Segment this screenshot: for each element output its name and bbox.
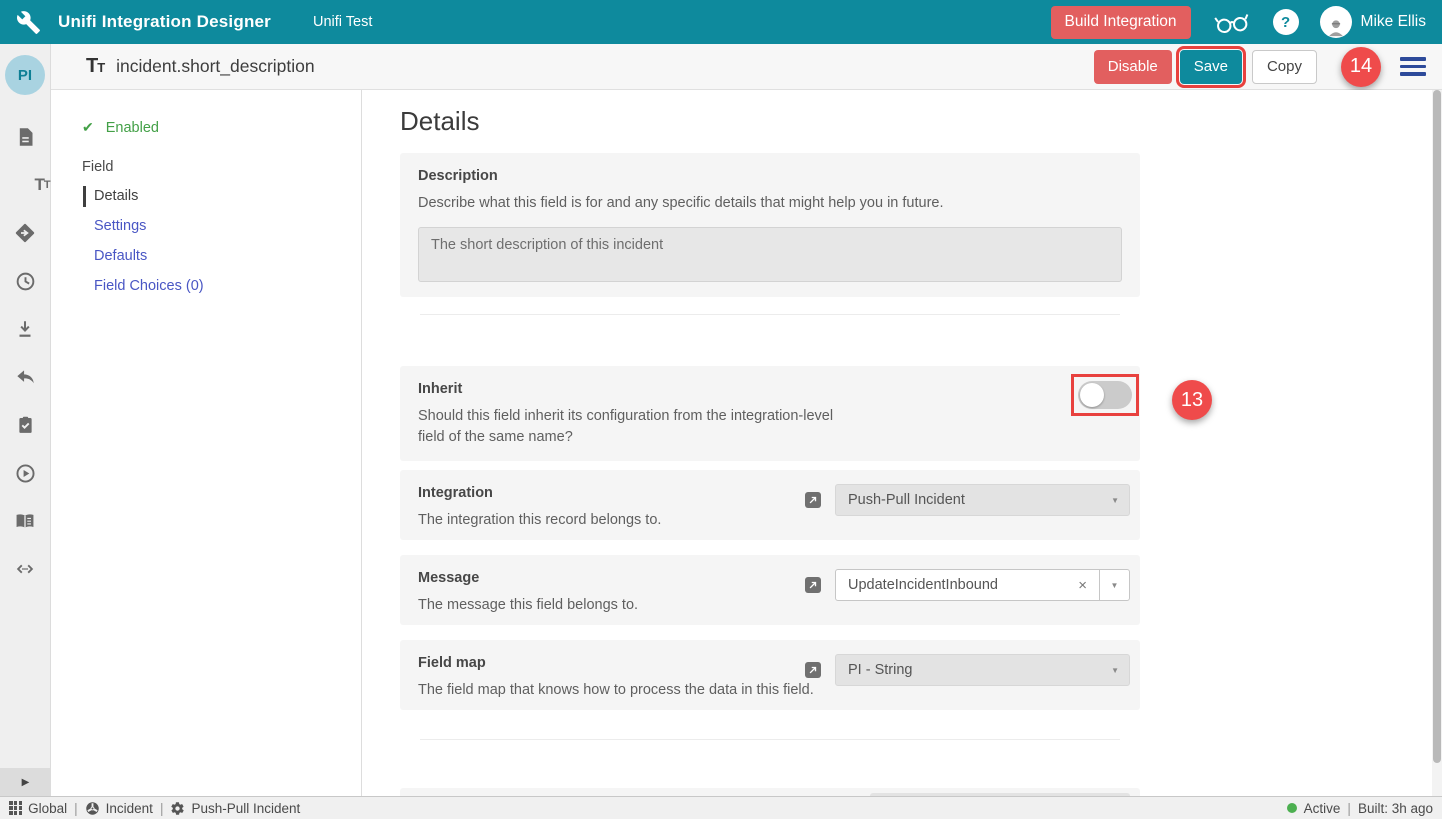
workspace-name: Unifi Test xyxy=(313,14,372,30)
user-name: Mike Ellis xyxy=(1361,13,1426,31)
gear-icon xyxy=(170,801,185,816)
scope-crumb[interactable]: Global xyxy=(9,801,67,816)
clipped-field-card xyxy=(400,788,1140,796)
field-map-select[interactable]: PI - String ▼ xyxy=(835,654,1130,686)
help-icon[interactable]: ? xyxy=(1273,9,1299,35)
status-bar: Global | Incident | Push-Pull Incident A… xyxy=(0,796,1442,819)
field-type-icon[interactable]: TT xyxy=(31,173,55,197)
annotation-step-13-badge: 13 xyxy=(1172,380,1212,420)
document-icon[interactable] xyxy=(13,125,37,149)
nav-item-field-choices[interactable]: Field Choices (0) xyxy=(82,277,361,296)
record-toolbar: TT incident.short_description Disable Sa… xyxy=(51,44,1442,90)
preview-glasses-icon[interactable] xyxy=(1212,8,1252,36)
check-icon: ✔ xyxy=(82,119,94,136)
grid-icon xyxy=(9,801,22,814)
scrollbar-track[interactable] xyxy=(1432,90,1442,796)
active-status-dot xyxy=(1287,803,1297,813)
menu-icon[interactable] xyxy=(1400,57,1426,76)
nav-item-settings[interactable]: Settings xyxy=(82,217,361,236)
integration-diamond-icon[interactable] xyxy=(13,221,37,245)
save-button[interactable]: Save xyxy=(1180,50,1242,84)
user-avatar xyxy=(1320,6,1352,38)
tasks-clipboard-icon[interactable] xyxy=(13,413,37,437)
chevron-down-icon: ▼ xyxy=(1111,496,1119,505)
sidebar-expand-button[interactable]: ▶ xyxy=(0,768,51,796)
run-play-icon[interactable] xyxy=(13,461,37,485)
chevron-down-icon: ▼ xyxy=(1111,666,1119,675)
integration-avatar: PI xyxy=(5,55,45,95)
app-title: Unifi Integration Designer xyxy=(58,12,271,32)
code-icon[interactable] xyxy=(13,557,37,581)
details-pane: Details Description Describe what this f… xyxy=(363,90,1432,796)
annotation-step-14-badge: 14 xyxy=(1341,47,1381,87)
field-type-icon: TT xyxy=(86,55,105,78)
icon-sidebar: PI TT xyxy=(0,44,51,796)
open-record-icon[interactable] xyxy=(805,662,821,678)
documentation-book-icon[interactable] xyxy=(13,509,37,533)
page-title: Details xyxy=(400,106,1140,137)
scrollbar-thumb[interactable] xyxy=(1433,90,1441,763)
nav-section-field: Field xyxy=(82,159,361,175)
open-record-icon[interactable] xyxy=(805,577,821,593)
wrench-icon xyxy=(16,10,41,35)
top-app-bar: Unifi Integration Designer Unifi Test Bu… xyxy=(0,0,1442,44)
inherit-field-card: Inherit Should this field inherit its co… xyxy=(400,366,1140,461)
integration-crumb[interactable]: Push-Pull Incident xyxy=(170,801,300,816)
inherit-label: Inherit xyxy=(418,381,1122,397)
clear-icon[interactable]: × xyxy=(1066,577,1099,594)
record-nav-panel: ✔ Enabled Field Details Settings Default… xyxy=(52,90,362,796)
incident-icon xyxy=(85,801,100,816)
open-record-icon[interactable] xyxy=(805,492,821,508)
chevron-down-icon[interactable]: ▼ xyxy=(1099,570,1129,600)
inherit-help: Should this field inherit its configurat… xyxy=(418,406,848,448)
divider xyxy=(420,739,1120,740)
message-combobox[interactable]: UpdateIncidentInbound × ▼ xyxy=(835,569,1130,601)
description-help: Describe what this field is for and any … xyxy=(418,193,1122,214)
disable-button[interactable]: Disable xyxy=(1094,50,1172,84)
divider xyxy=(420,314,1120,315)
nav-item-details[interactable]: Details xyxy=(82,187,361,206)
integration-select[interactable]: Push-Pull Incident ▼ xyxy=(835,484,1130,516)
download-icon[interactable] xyxy=(13,317,37,341)
app-window: Unifi Integration Designer Unifi Test Bu… xyxy=(0,0,1442,819)
nav-item-defaults[interactable]: Defaults xyxy=(82,247,361,266)
description-input[interactable]: The short description of this incident xyxy=(418,227,1122,282)
build-integration-button[interactable]: Build Integration xyxy=(1051,6,1191,39)
integration-field-card: Integration The integration this record … xyxy=(400,470,1140,540)
history-icon[interactable] xyxy=(13,269,37,293)
built-timestamp: Built: 3h ago xyxy=(1358,801,1433,816)
copy-button[interactable]: Copy xyxy=(1252,50,1317,84)
record-title: incident.short_description xyxy=(116,56,314,77)
description-label: Description xyxy=(418,168,1122,184)
toggle-knob xyxy=(1080,383,1104,407)
field-map-card: Field map The field map that knows how t… xyxy=(400,640,1140,710)
reply-icon[interactable] xyxy=(13,365,37,389)
enabled-status: ✔ Enabled xyxy=(82,119,361,136)
description-field-card: Description Describe what this field is … xyxy=(400,153,1140,297)
enabled-label: Enabled xyxy=(106,120,159,136)
user-menu[interactable]: Mike Ellis xyxy=(1320,6,1426,38)
annotation-highlight-box xyxy=(1071,374,1139,416)
inherit-toggle[interactable] xyxy=(1078,381,1132,409)
table-crumb[interactable]: Incident xyxy=(85,801,153,816)
message-field-card: Message The message this field belongs t… xyxy=(400,555,1140,625)
active-status-label: Active xyxy=(1304,801,1341,816)
